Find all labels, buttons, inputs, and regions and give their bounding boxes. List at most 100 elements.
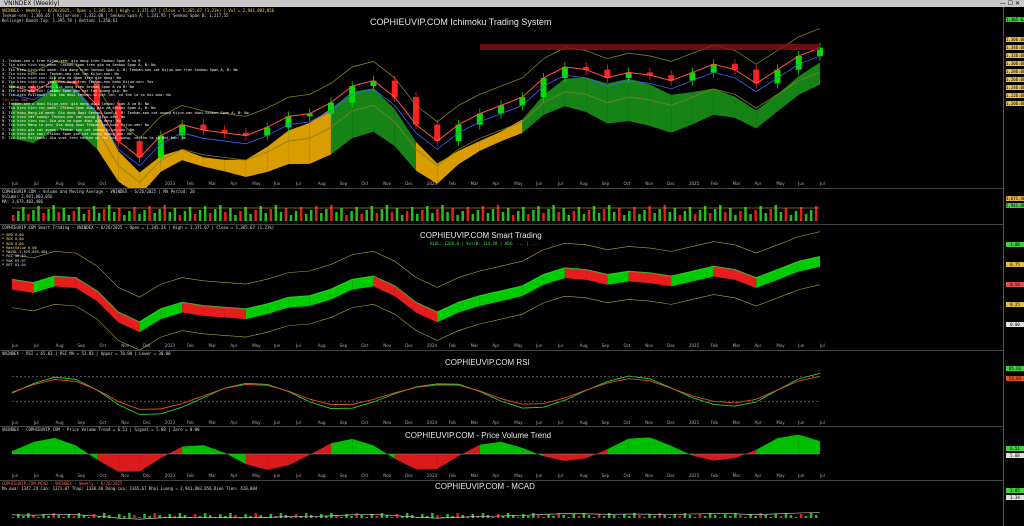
- volume-bar: [729, 208, 732, 221]
- month-label: Nov: [383, 473, 391, 478]
- month-label: May: [514, 343, 523, 348]
- macd-hist-bar: [688, 515, 692, 518]
- macd-hist-bar: [769, 517, 772, 518]
- month-label: 2025: [689, 343, 700, 348]
- month-label: Mar: [733, 343, 741, 348]
- month-label: Aug: [56, 473, 64, 478]
- kumo-segment: [437, 150, 459, 184]
- pvt-area: [139, 454, 161, 472]
- macd-hist-bar: [587, 515, 591, 518]
- volume-bar: [410, 207, 414, 221]
- volume-bar: [618, 208, 621, 221]
- month-label: May: [776, 181, 785, 186]
- macd-hist-bar: [436, 515, 439, 518]
- pvt-area: [501, 441, 523, 454]
- kumo-segment: [203, 157, 225, 172]
- pvt-pane[interactable]: Jun Jul Aug Sep Oct Nov Dec 2023 Feb Mar Apr May Jun…: [0, 426, 1003, 481]
- pvt-area: [160, 446, 183, 459]
- macd-hist-bar: [340, 517, 343, 518]
- month-label: Jun: [535, 473, 543, 478]
- volume-bar: [244, 207, 247, 221]
- pvt-title: COPHIEUVIP.COM - Price Volume Trend: [405, 431, 552, 440]
- kumo-segment: [649, 84, 672, 133]
- month-label: Apr: [492, 181, 499, 186]
- macd-hist-bar: [719, 517, 722, 518]
- month-label: Sep: [602, 181, 610, 186]
- price-tick: 1,260.00: [1006, 77, 1024, 82]
- month-label: May: [776, 473, 785, 478]
- macd-pane[interactable]: COPHIEUVIP.COM - MCAD COPHIEUVIP.COM MCA…: [0, 480, 1003, 526]
- smart-ribbon: [564, 268, 587, 280]
- volume-bar: [113, 212, 116, 221]
- macd-hist-bar: [360, 515, 363, 518]
- volume-bar: [663, 205, 666, 221]
- volume-bar: [708, 213, 712, 221]
- volume-bar: [138, 214, 141, 221]
- ichimoku-pane[interactable]: Jun Jul Aug Sep Oct Nov Dec 2023 Feb Mar Apr May Jun…: [0, 7, 1003, 189]
- month-label: Oct: [361, 343, 368, 348]
- month-label: Jul: [819, 420, 825, 425]
- month-label: Mar: [471, 343, 479, 348]
- macd-hist-bar: [380, 513, 384, 518]
- macd-hist-bar: [12, 517, 15, 518]
- rsi-pane[interactable]: Jun Jul Aug Sep Oct Nov Dec 2023 Feb Mar Apr May Jun…: [0, 350, 1003, 427]
- volume-bar: [390, 212, 394, 221]
- volume-bar: [385, 205, 389, 221]
- window-titlebar: VNINDEX (Weekly) — ☐ ✕: [0, 0, 1024, 7]
- month-label: Dec: [143, 473, 151, 478]
- volume-bar: [754, 210, 757, 221]
- volume-bar: [779, 212, 783, 221]
- kumo-segment: [713, 88, 735, 118]
- pvt-area: [54, 437, 76, 454]
- month-label: Jun: [797, 343, 805, 348]
- volume-bar: [769, 209, 772, 221]
- pvt-area: [309, 443, 331, 455]
- volume-bar: [325, 209, 328, 221]
- volume-bar: [552, 205, 555, 221]
- volume-bar: [22, 207, 25, 221]
- month-label: Jun: [273, 420, 281, 425]
- smart-tick: 0.25: [1006, 302, 1024, 307]
- month-label: Jun: [11, 343, 19, 348]
- macd-hist-bar: [789, 515, 793, 518]
- macd-hist-bar: [52, 513, 55, 518]
- month-label: Dec: [405, 343, 413, 348]
- volume-bar: [547, 209, 550, 221]
- month-label: 2025: [689, 181, 700, 186]
- month-label: Sep: [78, 181, 86, 186]
- month-label: Jun: [273, 343, 281, 348]
- pvt-area: [479, 441, 502, 454]
- month-label: Nov: [645, 473, 653, 478]
- macd-hist-bar: [799, 514, 803, 518]
- macd-hist-bar: [289, 517, 293, 518]
- month-label: Oct: [99, 181, 106, 186]
- month-label: Oct: [99, 473, 106, 478]
- smart-ribbon: [607, 271, 629, 285]
- macd-hist-bar: [794, 517, 798, 518]
- window-controls[interactable]: — ☐ ✕: [996, 0, 1020, 7]
- macd-hist-bar: [522, 514, 525, 518]
- kumo-segment: [798, 62, 820, 95]
- month-label: May: [514, 420, 523, 425]
- month-label: Oct: [623, 420, 630, 425]
- month-label: Apr: [230, 343, 237, 348]
- kumo-segment: [564, 77, 587, 112]
- volume-bar: [734, 215, 737, 221]
- macd-hist-bar: [143, 514, 146, 518]
- kumo-segment: [522, 95, 544, 133]
- month-label: Sep: [602, 343, 610, 348]
- volume-bar: [506, 208, 510, 221]
- volume-bar: [214, 209, 217, 221]
- month-label: Sep: [340, 343, 348, 348]
- volume-bar: [421, 210, 424, 221]
- month-label: Jun: [273, 181, 281, 186]
- macd-hist-bar: [567, 517, 570, 518]
- smart-pane[interactable]: Jun Jul Aug Sep Oct Nov Dec 2023 Feb Mar Apr May Jun…: [0, 224, 1003, 351]
- macd-hist-bar: [501, 516, 505, 518]
- month-label: May: [514, 181, 523, 186]
- volume-bar: [517, 211, 520, 221]
- volume-pane[interactable]: COPHIEUVIP.COM - Volume and Moving Avera…: [0, 188, 1003, 225]
- volume-bar: [198, 210, 202, 221]
- volume-tag-vol: 2,941.80: [1006, 203, 1024, 208]
- volume-bar: [501, 212, 505, 221]
